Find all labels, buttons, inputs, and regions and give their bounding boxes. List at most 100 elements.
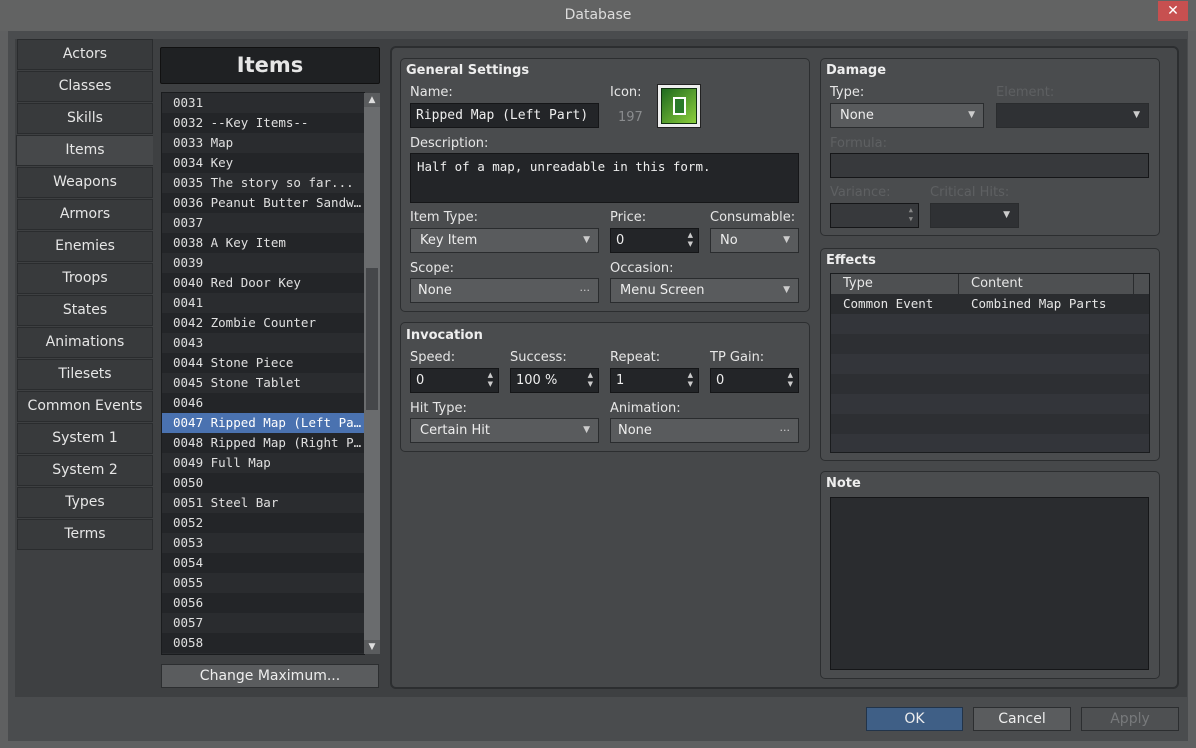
variance-spinner[interactable]: ▲ ▼ <box>830 203 919 228</box>
tab-troops[interactable]: Troops <box>17 263 153 294</box>
item-type-value: Key Item <box>420 233 478 248</box>
formula-input[interactable] <box>830 153 1149 178</box>
occasion-select[interactable]: Menu Screen ▼ <box>610 278 799 303</box>
tab-classes[interactable]: Classes <box>17 71 153 102</box>
list-item[interactable]: 0046 <box>162 393 364 413</box>
tab-types[interactable]: Types <box>17 487 153 518</box>
list-item[interactable]: 0048 Ripped Map (Right P… <box>162 433 364 453</box>
list-item[interactable]: 0050 <box>162 473 364 493</box>
note-title: Note <box>826 476 861 491</box>
spinner-arrows-icon[interactable]: ▲ ▼ <box>909 206 913 224</box>
list-item[interactable]: 0031 <box>162 93 364 113</box>
occasion-value: Menu Screen <box>620 283 705 298</box>
apply-button[interactable]: Apply <box>1081 707 1179 731</box>
hit-type-value: Certain Hit <box>420 423 490 438</box>
tab-tilesets[interactable]: Tilesets <box>17 359 153 390</box>
table-row[interactable]: Common Event Combined Map Parts <box>831 294 1149 314</box>
list-item[interactable]: 0032 --Key Items-- <box>162 113 364 133</box>
speed-label: Speed: <box>410 350 456 365</box>
list-item[interactable]: 0057 <box>162 613 364 633</box>
tab-armors[interactable]: Armors <box>17 199 153 230</box>
tab-enemies[interactable]: Enemies <box>17 231 153 262</box>
icon-picker[interactable] <box>657 84 701 128</box>
list-item[interactable]: 0042 Zombie Counter <box>162 313 364 333</box>
icon-label: Icon: <box>610 85 642 100</box>
effects-table[interactable]: Type Content Common Event Combined Map P… <box>830 273 1150 453</box>
list-title: Items <box>160 47 380 84</box>
price-spinner[interactable]: 0 ▲ ▼ <box>610 228 699 253</box>
column-header-type[interactable]: Type <box>831 274 959 294</box>
list-item[interactable]: 0036 Peanut Butter Sandw… <box>162 193 364 213</box>
list-item[interactable]: 0037 <box>162 213 364 233</box>
list-item[interactable]: 0044 Stone Piece <box>162 353 364 373</box>
list-item[interactable]: 0045 Stone Tablet <box>162 373 364 393</box>
animation-value: None <box>618 423 652 438</box>
tab-system-1[interactable]: System 1 <box>17 423 153 454</box>
table-row[interactable] <box>831 414 1149 434</box>
hit-type-select[interactable]: Certain Hit ▼ <box>410 418 599 443</box>
tab-states[interactable]: States <box>17 295 153 326</box>
general-settings-title: General Settings <box>406 63 530 78</box>
consumable-select[interactable]: No ▼ <box>710 228 799 253</box>
list-item[interactable]: 0047 Ripped Map (Left Pa… <box>162 413 364 433</box>
spinner-arrows-icon[interactable]: ▲ ▼ <box>788 371 793 389</box>
table-row[interactable] <box>831 374 1149 394</box>
speed-spinner[interactable]: 0 ▲ ▼ <box>410 368 499 393</box>
list-item[interactable]: 0041 <box>162 293 364 313</box>
critical-hits-select[interactable]: ▼ <box>930 203 1019 228</box>
scroll-up-icon[interactable]: ▲ <box>364 93 380 107</box>
tab-actors[interactable]: Actors <box>17 39 153 70</box>
ok-button[interactable]: OK <box>866 707 963 731</box>
list-item[interactable]: 0043 <box>162 333 364 353</box>
spinner-arrows-icon[interactable]: ▲ ▼ <box>688 371 693 389</box>
tab-weapons[interactable]: Weapons <box>17 167 153 198</box>
close-button[interactable]: ✕ <box>1158 1 1188 21</box>
tab-common-events[interactable]: Common Events <box>17 391 153 422</box>
list-item[interactable]: 0040 Red Door Key <box>162 273 364 293</box>
list-item[interactable]: 0049 Full Map <box>162 453 364 473</box>
column-header-content[interactable]: Content <box>959 274 1134 294</box>
scroll-thumb[interactable] <box>366 268 378 410</box>
damage-type-select[interactable]: None ▼ <box>830 103 984 128</box>
list-item[interactable]: 0056 <box>162 593 364 613</box>
scope-select[interactable]: None ··· <box>410 278 599 303</box>
list-item[interactable]: 0039 <box>162 253 364 273</box>
list-item[interactable]: 0034 Key <box>162 153 364 173</box>
list-item[interactable]: 0058 <box>162 633 364 653</box>
scroll-down-icon[interactable]: ▼ <box>364 640 380 654</box>
name-input[interactable]: Ripped Map (Left Part) <box>410 103 599 128</box>
item-type-select[interactable]: Key Item ▼ <box>410 228 599 253</box>
list-item[interactable]: 0052 <box>162 513 364 533</box>
chevron-down-icon: ▼ <box>1133 110 1140 120</box>
repeat-spinner[interactable]: 1 ▲ ▼ <box>610 368 699 393</box>
tp-gain-spinner[interactable]: 0 ▲ ▼ <box>710 368 799 393</box>
effect-content: Combined Map Parts <box>971 296 1107 311</box>
list-item[interactable]: 0054 <box>162 553 364 573</box>
tab-animations[interactable]: Animations <box>17 327 153 358</box>
animation-select[interactable]: None ··· <box>610 418 799 443</box>
window-title: Database <box>564 7 632 23</box>
tab-items[interactable]: Items <box>16 135 154 166</box>
item-list[interactable]: 0031 0032 --Key Items-- 0033 Map 0034 Key 00… <box>161 92 365 655</box>
spinner-arrows-icon[interactable]: ▲ ▼ <box>688 231 693 249</box>
success-spinner[interactable]: 100 % ▲ ▼ <box>510 368 599 393</box>
list-item[interactable]: 0055 <box>162 573 364 593</box>
list-item[interactable]: 0033 Map <box>162 133 364 153</box>
table-row[interactable] <box>831 334 1149 354</box>
tab-skills[interactable]: Skills <box>17 103 153 134</box>
description-label: Description: <box>410 136 489 151</box>
effects-title: Effects <box>826 253 876 268</box>
cancel-button[interactable]: Cancel <box>973 707 1071 731</box>
list-item[interactable]: 0053 <box>162 533 364 553</box>
element-select[interactable]: ▼ <box>996 103 1149 128</box>
tab-terms[interactable]: Terms <box>17 519 153 550</box>
description-input[interactable]: Half of a map, unreadable in this form. <box>410 153 799 203</box>
note-input[interactable] <box>830 497 1149 670</box>
list-item[interactable]: 0051 Steel Bar <box>162 493 364 513</box>
spinner-arrows-icon[interactable]: ▲ ▼ <box>488 371 493 389</box>
tab-system-2[interactable]: System 2 <box>17 455 153 486</box>
list-item[interactable]: 0035 The story so far... <box>162 173 364 193</box>
spinner-arrows-icon[interactable]: ▲ ▼ <box>588 371 593 389</box>
list-item[interactable]: 0038 A Key Item <box>162 233 364 253</box>
change-maximum-button[interactable]: Change Maximum... <box>161 664 379 688</box>
